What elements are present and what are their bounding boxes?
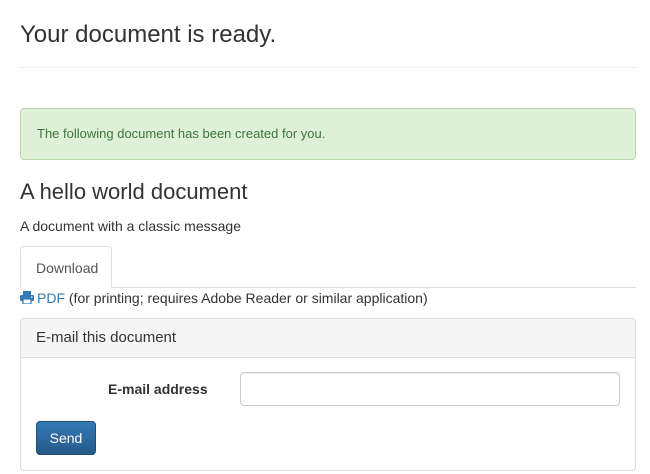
page-title: Your document is ready. bbox=[20, 21, 277, 48]
email-address-input[interactable] bbox=[240, 372, 620, 406]
pdf-download-link[interactable]: PDF bbox=[37, 290, 65, 306]
tab-download[interactable]: Download bbox=[20, 246, 112, 288]
send-button[interactable]: Send bbox=[36, 421, 96, 455]
document-description: A document with a classic message bbox=[20, 218, 241, 234]
header-divider bbox=[20, 67, 636, 68]
printer-icon[interactable] bbox=[20, 291, 34, 304]
success-alert: The following document has been created … bbox=[20, 108, 636, 160]
email-panel: E-mail this document E-mail address Send bbox=[20, 318, 636, 471]
email-panel-title: E-mail this document bbox=[36, 329, 177, 346]
email-address-label: E-mail address bbox=[108, 381, 208, 397]
download-pdf-row: PDF (for printing; requires Adobe Reader… bbox=[20, 290, 428, 308]
tabs-baseline bbox=[20, 287, 636, 288]
alert-message: The following document has been created … bbox=[37, 126, 326, 141]
document-title: A hello world document bbox=[20, 179, 248, 204]
email-panel-heading: E-mail this document bbox=[21, 319, 635, 358]
pdf-note: (for printing; requires Adobe Reader or … bbox=[68, 290, 428, 306]
tab-download-label: Download bbox=[36, 260, 99, 276]
